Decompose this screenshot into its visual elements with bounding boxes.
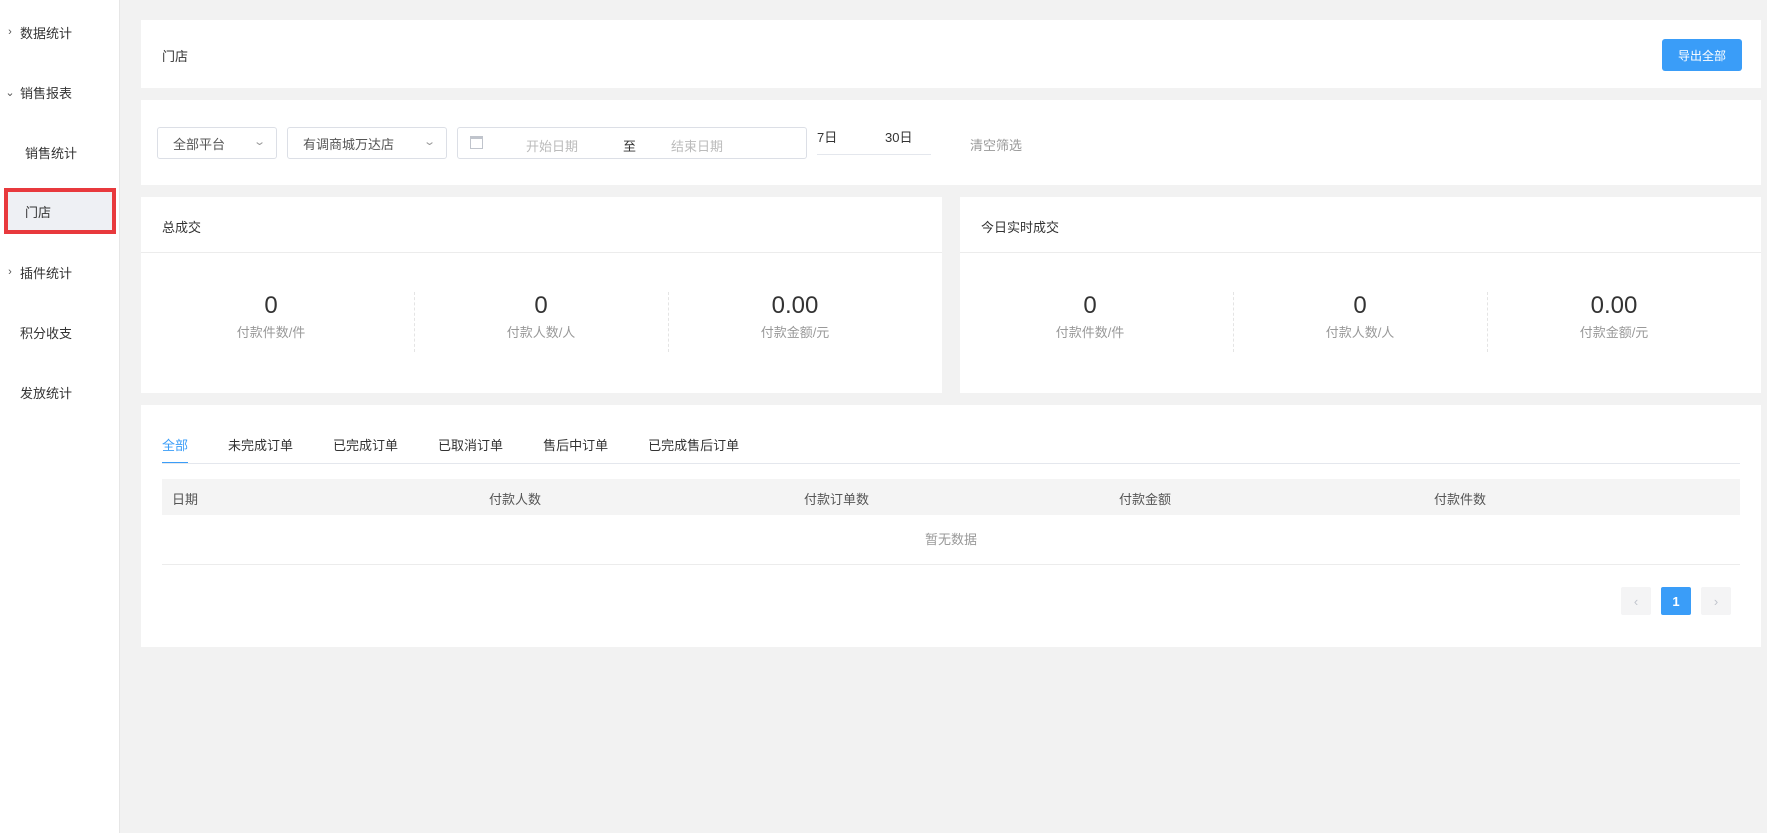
date-range-picker[interactable]: 开始日期 至 结束日期 — [457, 127, 807, 159]
start-date-input[interactable]: 开始日期 — [526, 136, 578, 155]
sidebar-item-label: 数据统计 — [20, 25, 73, 41]
tab-cancelled[interactable]: 已取消订单 — [438, 435, 503, 464]
tab-all[interactable]: 全部 — [162, 435, 189, 464]
column-header-paid-amount: 付款金额 — [1119, 492, 1172, 507]
orders-card: 全部 未完成订单 已完成订单 已取消订单 售后中订单 已完成售后订单 日期 付款… — [141, 405, 1761, 647]
page-1-button[interactable]: 1 — [1661, 587, 1691, 615]
sidebar-item-store-inner: 门店 — [8, 192, 112, 230]
stat-value: 0 — [264, 292, 278, 319]
prev-page-button[interactable]: ‹ — [1621, 587, 1651, 615]
store-select-value: 有调商城万达店 — [303, 136, 395, 152]
quick-range-underline — [817, 154, 931, 155]
column-header-paid-items: 付款件数 — [1434, 492, 1487, 507]
export-all-button[interactable]: 导出全部 — [1662, 39, 1742, 71]
filter-card: 全部平台 ⌄ 有调商城万达店 ⌄ 开始日期 至 结束日期 7日 30日 清空筛选 — [141, 100, 1761, 185]
stat-label: 付款件数/件 — [1055, 325, 1125, 340]
store-select[interactable]: 有调商城万达店 ⌄ — [287, 127, 447, 159]
sidebar-item-sales-stats[interactable]: 销售统计 — [0, 137, 120, 167]
header-card: 门店 导出全部 — [141, 20, 1761, 88]
stat-label: 付款金额/元 — [1579, 325, 1649, 340]
clear-filters-button[interactable]: 清空筛选 — [970, 135, 1022, 154]
order-tabs: 全部 未完成订单 已完成订单 已取消订单 售后中订单 已完成售后订单 — [162, 435, 779, 464]
stat-paid-items: 0 付款件数/件 — [963, 292, 1217, 341]
quick-30-days-button[interactable]: 30日 — [885, 127, 912, 146]
tab-unfinished[interactable]: 未完成订单 — [228, 435, 293, 464]
empty-state: 暂无数据 — [162, 515, 1740, 565]
platform-select-value: 全部平台 — [173, 136, 226, 152]
sidebar-item-sales-report[interactable]: ⌄ 销售报表 — [0, 77, 120, 107]
stat-label: 付款人数/人 — [1325, 325, 1395, 340]
chevron-right-icon: › — [8, 266, 12, 278]
page-title: 门店 — [162, 49, 189, 64]
stat-paid-users: 0 付款人数/人 — [414, 292, 668, 341]
sidebar: › 数据统计 ⌄ 销售报表 销售统计 门店 › 插件统计 积分收支 发放统计 — [0, 0, 120, 833]
tab-after-sale[interactable]: 售后中订单 — [543, 435, 608, 464]
stat-value: 0 — [1083, 292, 1097, 319]
sidebar-item-label: 插件统计 — [20, 265, 73, 281]
stat-paid-amount: 0.00 付款金额/元 — [668, 292, 922, 341]
stat-paid-items: 0 付款件数/件 — [144, 292, 398, 341]
chevron-right-icon: › — [8, 26, 12, 38]
sidebar-item-label: 销售报表 — [20, 85, 73, 101]
end-date-input[interactable]: 结束日期 — [671, 136, 723, 155]
sidebar-item-plugin-stats[interactable]: › 插件统计 — [0, 257, 120, 287]
quick-7-days-button[interactable]: 7日 — [817, 127, 837, 146]
date-range-separator: 至 — [623, 139, 637, 154]
divider — [960, 252, 1761, 253]
table-header: 日期 付款人数 付款订单数 付款金额 付款件数 — [162, 479, 1740, 515]
tab-completed[interactable]: 已完成订单 — [333, 435, 398, 464]
sidebar-item-label: 积分收支 — [20, 325, 73, 341]
today-stats-title: 今日实时成交 — [981, 220, 1060, 235]
sidebar-item-label: 销售统计 — [25, 145, 78, 161]
tabs-divider — [162, 463, 1740, 464]
total-stats-title: 总成交 — [162, 220, 202, 235]
total-stats-card: 总成交 0 付款件数/件 0 付款人数/人 0.00 付款金额/元 — [141, 197, 942, 393]
sidebar-item-label: 门店 — [25, 204, 52, 220]
chevron-down-icon: ⌄ — [252, 136, 266, 148]
stat-value: 0 — [534, 292, 548, 319]
sidebar-item-issue-stats[interactable]: 发放统计 — [0, 377, 120, 407]
next-page-button[interactable]: › — [1701, 587, 1731, 615]
column-header-date: 日期 — [172, 492, 199, 507]
platform-select[interactable]: 全部平台 ⌄ — [157, 127, 277, 159]
stat-label: 付款件数/件 — [236, 325, 306, 340]
tab-after-sale-completed[interactable]: 已完成售后订单 — [648, 435, 739, 464]
column-header-paid-orders: 付款订单数 — [804, 492, 870, 507]
calendar-icon — [470, 136, 483, 149]
sidebar-item-store[interactable]: 门店 — [4, 188, 116, 234]
chevron-down-icon: ⌄ — [422, 136, 436, 148]
stat-value: 0 — [1353, 292, 1367, 319]
column-header-paid-users: 付款人数 — [489, 492, 542, 507]
stat-paid-amount: 0.00 付款金额/元 — [1487, 292, 1741, 341]
stat-value: 0.00 — [1590, 292, 1638, 319]
stat-label: 付款金额/元 — [760, 325, 830, 340]
sidebar-item-points[interactable]: 积分收支 — [0, 317, 120, 347]
stat-value: 0.00 — [771, 292, 819, 319]
stat-label: 付款人数/人 — [506, 325, 576, 340]
stat-paid-users: 0 付款人数/人 — [1233, 292, 1487, 341]
sidebar-item-label: 发放统计 — [20, 385, 73, 401]
chevron-down-icon: ⌄ — [5, 86, 15, 99]
divider — [141, 252, 942, 253]
today-stats-card: 今日实时成交 0 付款件数/件 0 付款人数/人 0.00 付款金额/元 — [960, 197, 1761, 393]
sidebar-item-data-stats[interactable]: › 数据统计 — [0, 17, 120, 47]
